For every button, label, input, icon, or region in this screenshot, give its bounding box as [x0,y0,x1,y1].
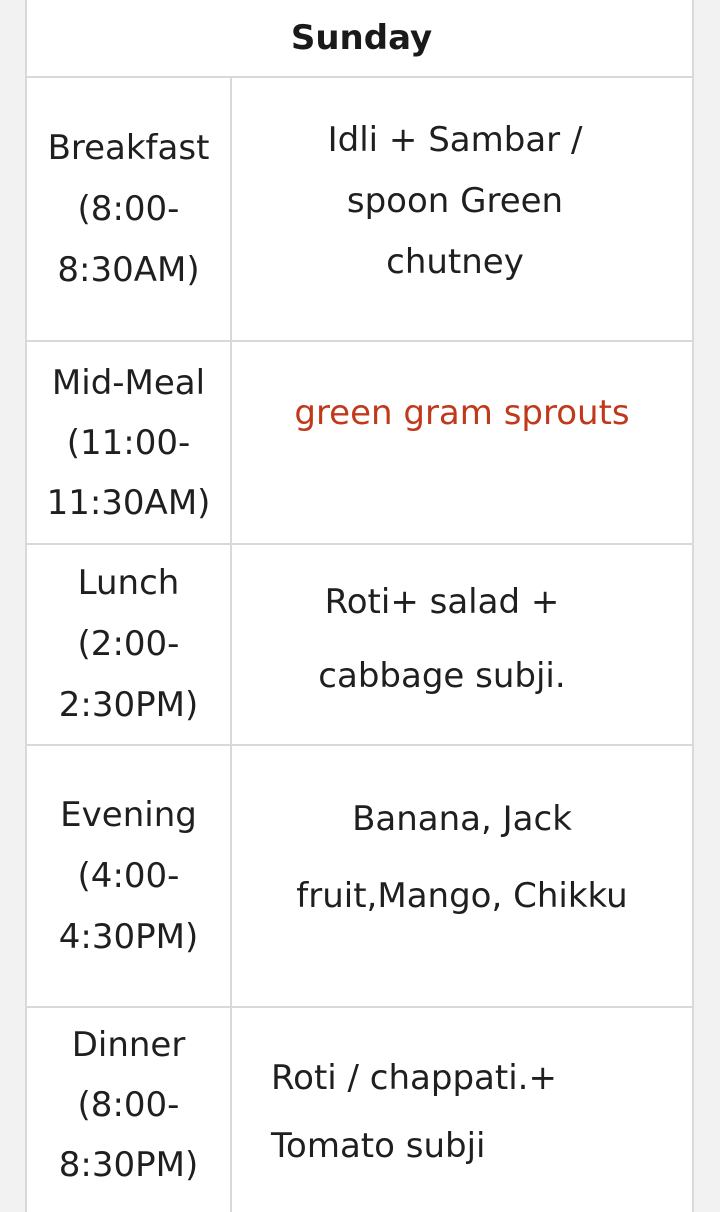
meal-name: Mid-Meal [51,362,206,403]
menu-cell: Banana, Jack fruit,Mango, Chikku [232,746,692,1006]
meal-time-end: 8:30AM) [57,249,200,290]
meal-plan-table: Sunday Breakfast (8:00- 8:30AM) Idli + S… [25,0,694,1212]
menu-text: Banana, Jack fruit,Mango, Chikku [296,799,628,916]
menu-text: green gram sprouts [294,392,630,433]
meal-time-end: 11:30AM) [46,482,211,523]
meal-time-start: (8:00- [77,188,180,229]
meal-time-end: 8:30PM) [58,1145,199,1185]
menu-cell: Idli + Sambar / spoon Green chutney [232,78,692,340]
meal-cell: Evening (4:00- 4:30PM) [27,746,232,1006]
meal-cell: Dinner (8:00- 8:30PM) [27,998,232,1212]
meal-cell: Mid-Meal (11:00- 11:30AM) [27,342,232,543]
meal-name: Dinner [71,1025,186,1065]
menu-cell: Roti / chappati.+ Tomato subji [232,1008,692,1212]
meal-time-start: (8:00- [77,1085,180,1125]
meal-name: Lunch [77,563,180,603]
meal-name: Evening [60,794,197,835]
meal-name: Breakfast [47,127,210,168]
menu-cell: green gram sprouts [232,342,692,543]
meal-time-start: (11:00- [66,422,191,463]
meal-cell: Breakfast (8:00- 8:30AM) [27,78,232,340]
menu-text: Roti / chappati.+ Tomato subji [271,1058,557,1166]
day-header: Sunday [27,0,692,78]
meal-time-start: (4:00- [77,855,180,896]
meal-time-start: (2:00- [77,624,180,664]
menu-cell: Roti+ salad + cabbage subji. [232,545,692,744]
menu-text: Idli + Sambar / spoon Green chutney [327,119,583,282]
table-row-dinner: Dinner (8:00- 8:30PM) Roti / chappati.+ … [27,998,692,1212]
meal-cell: Lunch (2:00- 2:30PM) [27,545,232,744]
table-row-mid-meal: Mid-Meal (11:00- 11:30AM) green gram spr… [27,342,692,545]
meal-time-end: 2:30PM) [58,685,199,725]
table-row-breakfast: Breakfast (8:00- 8:30AM) Idli + Sambar /… [27,78,692,342]
menu-text: Roti+ salad + cabbage subji. [318,581,566,696]
meal-time-end: 4:30PM) [58,916,199,957]
table-row-evening: Evening (4:00- 4:30PM) Banana, Jack frui… [27,746,692,1008]
table-row-lunch: Lunch (2:00- 2:30PM) Roti+ salad + cabba… [27,545,692,746]
